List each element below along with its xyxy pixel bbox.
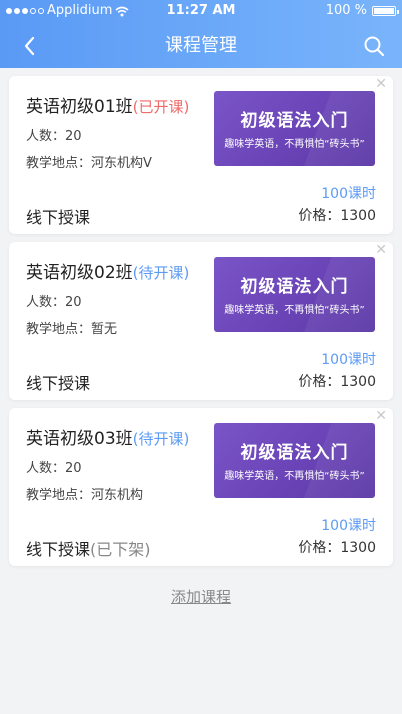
battery-percent: 100 % (325, 3, 367, 18)
course-hours: 100课时 (321, 186, 376, 202)
course-list: ✕ 英语初级01班(已开课) 人数：20 教学地点：河东机构Ⅴ 初级语法入门 趣… (9, 76, 393, 574)
course-price: 价格：1300 (298, 374, 376, 390)
course-title: 英语初级03班(待开课) (26, 424, 189, 449)
course-title: 英语初级01班(已开课) (26, 92, 189, 117)
teaching-mode: 线下授课 (26, 370, 90, 394)
course-name: 英语初级03班 (26, 429, 133, 449)
status-badge: (待开课) (132, 430, 190, 448)
app-header: Applidium 11:27 AM 100 % 课程管理 (0, 0, 402, 68)
course-card[interactable]: ✕ 英语初级01班(已开课) 人数：20 教学地点：河东机构Ⅴ 初级语法入门 趣… (9, 76, 393, 234)
course-hours: 100课时 (321, 518, 376, 534)
status-badge: (已开课) (132, 98, 190, 116)
course-banner[interactable]: 初级语法入门 趣味学英语，不再惧怕“砖头书” (214, 423, 375, 498)
course-name: 英语初级01班 (26, 97, 133, 117)
course-card[interactable]: ✕ 英语初级03班(待开课) 人数：20 教学地点：河东机构 初级语法入门 趣味… (9, 408, 393, 566)
course-card[interactable]: ✕ 英语初级02班(待开课) 人数：20 教学地点：暂无 初级语法入门 趣味学英… (9, 242, 393, 400)
status-bar: Applidium 11:27 AM 100 % (0, 0, 402, 22)
teaching-location: 教学地点：河东机构 (26, 488, 144, 503)
battery-icon (372, 6, 399, 16)
close-icon[interactable]: ✕ (375, 408, 387, 424)
teaching-location: 教学地点：河东机构Ⅴ (26, 156, 152, 171)
student-count: 人数：20 (26, 295, 82, 310)
course-hours: 100课时 (321, 352, 376, 368)
mode-label: 线下授课 (26, 374, 91, 393)
course-banner[interactable]: 初级语法入门 趣味学英语，不再惧怕“砖头书” (214, 91, 375, 166)
teaching-location: 教学地点：暂无 (26, 322, 118, 337)
banner-title: 初级语法入门 (240, 111, 349, 131)
close-icon[interactable]: ✕ (375, 76, 387, 92)
banner-title: 初级语法入门 (240, 443, 349, 463)
page-title: 课程管理 (165, 35, 237, 56)
teaching-mode: 线下授课(已下架) (26, 536, 151, 560)
navbar: 课程管理 (0, 24, 402, 68)
add-course-link[interactable]: 添加课程 (0, 586, 402, 607)
banner-title: 初级语法入门 (240, 277, 349, 297)
course-name: 英语初级02班 (26, 263, 133, 283)
close-icon[interactable]: ✕ (375, 242, 387, 258)
teaching-mode: 线下授课 (26, 204, 90, 228)
status-badge: (待开课) (132, 264, 190, 282)
student-count: 人数：20 (26, 461, 82, 476)
course-price: 价格：1300 (298, 540, 376, 556)
course-banner[interactable]: 初级语法入门 趣味学英语，不再惧怕“砖头书” (214, 257, 375, 332)
mode-label: 线下授课 (26, 208, 91, 227)
banner-subtitle: 趣味学英语，不再惧怕“砖头书” (224, 471, 365, 482)
student-count: 人数：20 (26, 129, 82, 144)
offshelf-label: (已下架) (90, 540, 151, 559)
battery-group: 100 % (325, 0, 399, 22)
search-icon[interactable] (362, 34, 386, 58)
course-price: 价格：1300 (298, 208, 376, 224)
mode-label: 线下授课 (26, 540, 91, 559)
banner-subtitle: 趣味学英语，不再惧怕“砖头书” (224, 139, 365, 150)
course-title: 英语初级02班(待开课) (26, 258, 189, 283)
banner-subtitle: 趣味学英语，不再惧怕“砖头书” (224, 305, 365, 316)
